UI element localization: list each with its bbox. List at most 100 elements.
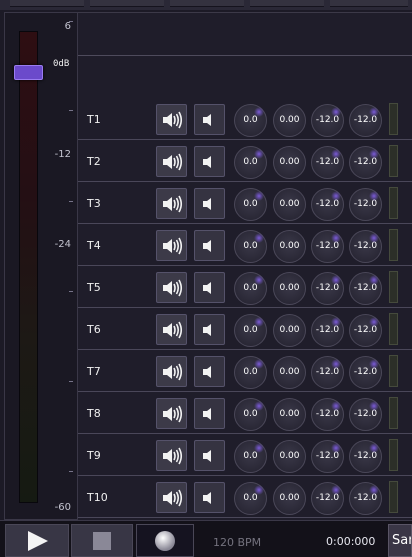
track-level-meter	[389, 103, 398, 135]
track-level-meter	[389, 271, 398, 303]
volume-knob[interactable]: 0.0	[234, 188, 267, 221]
mute-button[interactable]	[156, 272, 187, 303]
pan-knob[interactable]: 0.00	[273, 272, 306, 305]
mute-button[interactable]	[156, 440, 187, 471]
track-name: T3	[87, 197, 101, 210]
track-row: T8 0.0 0.00 -12.0 -12.0	[78, 392, 412, 434]
track-level-meter	[389, 229, 398, 261]
volume-knob[interactable]: 0.0	[234, 272, 267, 305]
mute-button[interactable]	[156, 146, 187, 177]
track-level-meter	[389, 145, 398, 177]
stop-button[interactable]	[71, 524, 133, 557]
scale-tick	[69, 110, 73, 111]
pan-knob[interactable]: 0.00	[273, 146, 306, 179]
track-row: T9 0.0 0.00 -12.0 -12.0	[78, 434, 412, 476]
send-a-knob[interactable]: -12.0	[311, 146, 344, 179]
send-a-knob[interactable]: -12.0	[311, 356, 344, 389]
top-tab	[90, 0, 164, 7]
scale-tick	[69, 201, 73, 202]
volume-knob[interactable]: 0.0	[234, 440, 267, 473]
send-b-knob[interactable]: -12.0	[349, 356, 382, 389]
pan-knob[interactable]: 0.00	[273, 356, 306, 389]
transport-bar: 120 BPM 0:00:000 Sam	[0, 520, 412, 557]
solo-button[interactable]	[194, 482, 225, 513]
send-a-knob[interactable]: -12.0	[311, 314, 344, 347]
record-icon	[155, 531, 175, 551]
pan-knob[interactable]: 0.00	[273, 188, 306, 221]
track-row: T2 0.0 0.00 -12.0 -12.0	[78, 140, 412, 182]
pan-knob[interactable]: 0.00	[273, 314, 306, 347]
solo-button[interactable]	[194, 440, 225, 471]
top-tab	[10, 0, 84, 7]
solo-button[interactable]	[194, 188, 225, 219]
volume-knob[interactable]: 0.0	[234, 146, 267, 179]
solo-button[interactable]	[194, 272, 225, 303]
send-a-knob[interactable]: -12.0	[311, 482, 344, 515]
record-button[interactable]	[136, 524, 194, 557]
scale-label-minus12: -12	[54, 149, 71, 160]
master-level-meter	[19, 31, 38, 503]
solo-button[interactable]	[194, 314, 225, 345]
sample-button[interactable]: Sam	[388, 524, 412, 557]
send-a-knob[interactable]: -12.0	[311, 104, 344, 137]
send-b-knob[interactable]: -12.0	[349, 314, 382, 347]
play-button[interactable]	[5, 524, 69, 557]
master-fader-knob[interactable]	[14, 65, 43, 80]
mute-button[interactable]	[156, 104, 187, 135]
volume-knob[interactable]: 0.0	[234, 356, 267, 389]
mute-button[interactable]	[156, 314, 187, 345]
send-b-knob[interactable]: -12.0	[349, 104, 382, 137]
solo-button[interactable]	[194, 104, 225, 135]
volume-knob[interactable]: 0.0	[234, 482, 267, 515]
track-name: T8	[87, 407, 101, 420]
send-b-knob[interactable]: -12.0	[349, 398, 382, 431]
mute-button[interactable]	[156, 188, 187, 219]
pan-knob[interactable]: 0.00	[273, 104, 306, 137]
send-a-knob[interactable]: -12.0	[311, 230, 344, 263]
fader-level-label: 0dB	[53, 59, 70, 69]
top-tab	[170, 0, 244, 7]
stop-icon	[93, 532, 111, 550]
master-fader-panel: 0dB 6 -12 -24 -60	[4, 12, 78, 520]
send-a-knob[interactable]: -12.0	[311, 440, 344, 473]
solo-button[interactable]	[194, 230, 225, 261]
send-a-knob[interactable]: -12.0	[311, 188, 344, 221]
scale-label-minus24: -24	[54, 239, 71, 250]
play-icon	[28, 531, 48, 551]
track-row: T10 0.0 0.00 -12.0 -12.0	[78, 476, 412, 518]
send-b-knob[interactable]: -12.0	[349, 272, 382, 305]
divider	[78, 55, 412, 56]
pan-knob[interactable]: 0.00	[273, 398, 306, 431]
track-name: T7	[87, 365, 101, 378]
scale-tick	[69, 471, 73, 472]
send-b-knob[interactable]: -12.0	[349, 146, 382, 179]
time-display: 0:00:000	[326, 535, 376, 548]
track-level-meter	[389, 397, 398, 429]
track-name: T5	[87, 281, 101, 294]
volume-knob[interactable]: 0.0	[234, 230, 267, 263]
mute-button[interactable]	[156, 230, 187, 261]
send-a-knob[interactable]: -12.0	[311, 398, 344, 431]
scale-tick	[69, 381, 73, 382]
track-row: T6 0.0 0.00 -12.0 -12.0	[78, 308, 412, 350]
send-b-knob[interactable]: -12.0	[349, 482, 382, 515]
volume-knob[interactable]: 0.0	[234, 314, 267, 347]
send-b-knob[interactable]: -12.0	[349, 440, 382, 473]
mute-button[interactable]	[156, 482, 187, 513]
pan-knob[interactable]: 0.00	[273, 482, 306, 515]
solo-button[interactable]	[194, 146, 225, 177]
track-level-meter	[389, 313, 398, 345]
mute-button[interactable]	[156, 398, 187, 429]
send-a-knob[interactable]: -12.0	[311, 272, 344, 305]
solo-button[interactable]	[194, 398, 225, 429]
pan-knob[interactable]: 0.00	[273, 440, 306, 473]
volume-knob[interactable]: 0.0	[234, 398, 267, 431]
volume-knob[interactable]: 0.0	[234, 104, 267, 137]
send-b-knob[interactable]: -12.0	[349, 230, 382, 263]
solo-button[interactable]	[194, 356, 225, 387]
pan-knob[interactable]: 0.00	[273, 230, 306, 263]
mute-button[interactable]	[156, 356, 187, 387]
track-level-meter	[389, 355, 398, 387]
tempo-display[interactable]: 120 BPM	[213, 536, 261, 549]
send-b-knob[interactable]: -12.0	[349, 188, 382, 221]
